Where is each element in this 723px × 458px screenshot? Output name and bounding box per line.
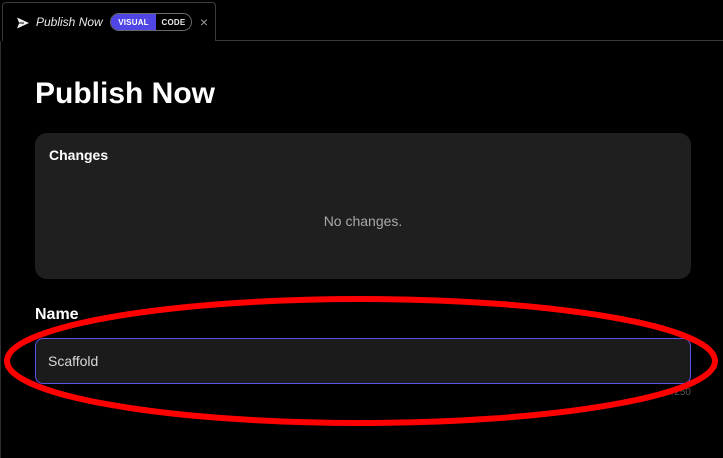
name-label: Name (35, 306, 79, 323)
name-input[interactable] (35, 338, 691, 384)
tab-bar: Publish Now VISUAL CODE × (0, 0, 723, 41)
changes-empty-state: No changes. (323, 213, 403, 229)
mode-code-button[interactable]: CODE (156, 14, 191, 30)
mode-visual-button[interactable]: VISUAL (111, 14, 156, 30)
publish-panel: Publish Now VISUAL CODE × Publish Now Ch… (0, 0, 723, 458)
tab-title: Publish Now (36, 15, 103, 29)
changes-card: Changes No changes. (35, 133, 691, 279)
mode-toggle[interactable]: VISUAL CODE (110, 13, 192, 31)
tab-publish-now[interactable]: Publish Now VISUAL CODE × (2, 2, 216, 41)
page-title: Publish Now (35, 77, 215, 110)
tab-bar-divider (216, 40, 723, 41)
changes-heading: Changes (49, 147, 109, 163)
close-icon[interactable]: × (198, 15, 210, 29)
panel-border (0, 41, 1, 458)
character-count: /250 (671, 387, 691, 398)
send-icon (17, 17, 29, 29)
